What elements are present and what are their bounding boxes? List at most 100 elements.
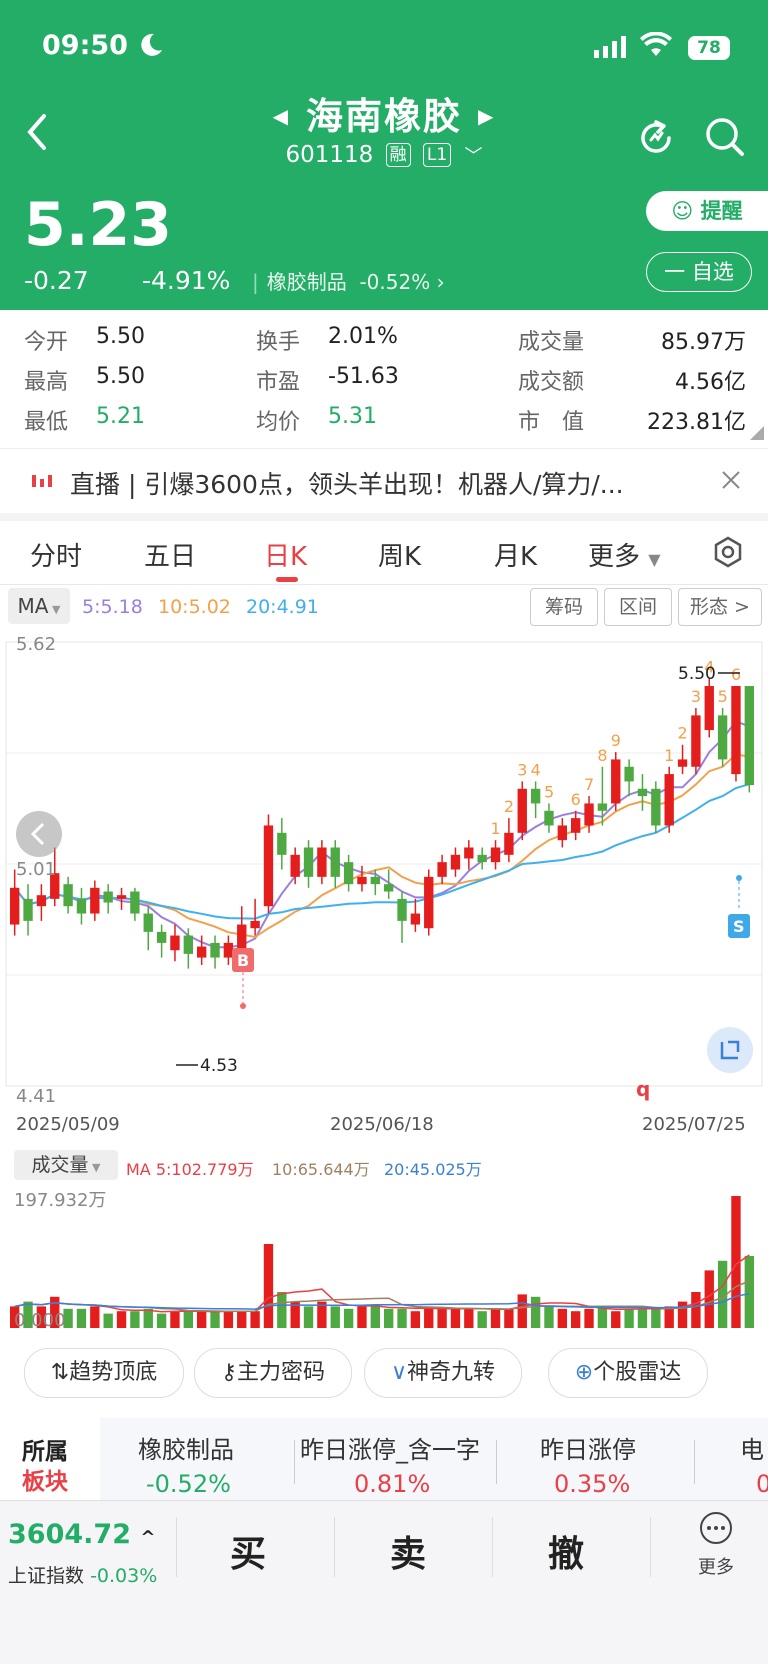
- candle-body: [343, 862, 354, 885]
- volume-label: 成交量: [518, 330, 585, 355]
- chip-button[interactable]: 筹码: [530, 588, 598, 626]
- stock-code: 601118: [285, 142, 374, 168]
- main-force-button[interactable]: ⚷主力密码: [194, 1348, 352, 1398]
- candle-body: [223, 942, 234, 958]
- trend-top-bottom-button[interactable]: ⇅趋势顶底: [24, 1348, 184, 1398]
- tab-intraday[interactable]: 分时: [30, 536, 82, 573]
- refresh-icon[interactable]: [636, 118, 676, 158]
- volume-bar: [517, 1294, 527, 1328]
- sell-button[interactable]: 卖: [390, 1525, 426, 1577]
- ma-selector[interactable]: MA ▼: [8, 588, 70, 624]
- sector-item-name[interactable]: 昨日涨停: [540, 1430, 636, 1465]
- volume-bar: [237, 1311, 247, 1328]
- candle-body: [116, 895, 127, 899]
- caret-down-icon: ▼: [648, 550, 661, 569]
- expand-corner-icon[interactable]: [750, 426, 764, 440]
- nine-turn-count: 5: [718, 687, 728, 706]
- candle-body: [357, 876, 367, 885]
- index-pct: -0.03%: [90, 1565, 158, 1587]
- nine-turn-count: 1: [491, 819, 501, 838]
- low-price-marker: 4.53: [176, 1056, 238, 1076]
- volume-bar: [170, 1311, 180, 1328]
- next-stock-icon[interactable]: ▶: [478, 104, 495, 128]
- watchlist-button[interactable]: 一 自选: [646, 252, 752, 292]
- candle-body: [490, 847, 501, 863]
- volume-selector[interactable]: 成交量 ▼: [14, 1150, 118, 1180]
- tab-five-day[interactable]: 五日: [144, 536, 196, 573]
- main-force-label: 主力密码: [237, 1360, 326, 1385]
- candle-body: [637, 788, 648, 797]
- volume-bar: [103, 1313, 113, 1328]
- sector-link[interactable]: | 橡胶制品 -0.52% ›: [252, 266, 445, 295]
- range-button[interactable]: 区间: [604, 588, 672, 626]
- index-name: 上证指数: [8, 1565, 85, 1587]
- live-bars-icon: [32, 475, 52, 487]
- fullscreen-button[interactable]: [707, 1027, 753, 1073]
- index-value[interactable]: 3604.72 ^: [8, 1519, 155, 1550]
- chart-back-button[interactable]: [16, 811, 62, 857]
- candle-body: [664, 774, 674, 826]
- vol-ma5-line: [14, 1254, 750, 1313]
- volume-bar: [143, 1308, 153, 1328]
- nine-turn-count: 6: [571, 790, 581, 809]
- ma10-value: 10:5.02: [158, 596, 231, 618]
- volume-zero-label: 0.000: [14, 1310, 66, 1331]
- high-label: 最高: [24, 370, 69, 395]
- swap-arrows-icon: ⇅: [50, 1360, 70, 1385]
- search-icon[interactable]: [704, 116, 746, 158]
- date-start: 2025/05/09: [16, 1114, 120, 1135]
- sector-item-name[interactable]: 橡胶制品: [138, 1430, 234, 1465]
- stock-radar-button[interactable]: ⊕个股雷达: [548, 1348, 708, 1398]
- volume-bar: [611, 1311, 621, 1328]
- candle-body: [10, 887, 20, 925]
- more-button[interactable]: 更多: [686, 1511, 746, 1579]
- volume-bar: [704, 1270, 714, 1328]
- candle-body: [717, 715, 728, 760]
- volume-bar: [651, 1308, 661, 1328]
- volume-bar: [490, 1308, 501, 1328]
- sector-heading-1: 所属: [22, 1439, 68, 1465]
- buy-signal-text: B: [237, 951, 249, 970]
- volume-bar: [637, 1308, 648, 1328]
- sector-item-name[interactable]: 昨日涨停_含一字: [300, 1430, 480, 1465]
- nine-turn-button[interactable]: ∨神奇九转: [364, 1348, 522, 1398]
- candle-body: [677, 759, 688, 767]
- candle-body: [624, 766, 634, 782]
- ma5-value: 5:5.18: [82, 596, 143, 618]
- pattern-button[interactable]: 形态 >: [678, 588, 762, 626]
- close-icon[interactable]: [722, 471, 740, 489]
- tab-monthly-k[interactable]: 月K: [494, 536, 537, 573]
- sector-pct: -0.52%: [359, 270, 431, 294]
- tab-more[interactable]: 更多 ▼: [588, 536, 661, 573]
- live-news-ticker[interactable]: 直播 | 引爆3600点，领头羊出现！机器人/算力/...: [0, 448, 768, 521]
- nine-turn-count: 7: [584, 775, 594, 794]
- sector-item-pct: 0.81%: [354, 1470, 431, 1498]
- volume-chart[interactable]: 197.932万 0.000: [0, 1182, 768, 1336]
- nine-turn-count: 6: [731, 665, 741, 684]
- tab-weekly-k[interactable]: 周K: [378, 536, 421, 573]
- buy-signal-marker: B: [232, 948, 254, 1009]
- settings-icon[interactable]: [712, 536, 744, 568]
- remind-button[interactable]: ☺ 提醒: [646, 191, 768, 231]
- date-mid: 2025/06/18: [330, 1114, 434, 1135]
- ma-label: MA: [17, 594, 49, 618]
- cancel-button[interactable]: 撤: [548, 1525, 584, 1577]
- candle-body: [317, 847, 327, 877]
- candle-body: [103, 891, 113, 903]
- sector-item-name[interactable]: 电: [740, 1430, 764, 1465]
- volume-bar: [76, 1308, 87, 1328]
- caret-up-icon: ^: [140, 1527, 156, 1548]
- candle-body: [143, 913, 153, 932]
- volume-bar: [197, 1311, 207, 1328]
- battery-icon: 78: [688, 36, 730, 60]
- candlestick-chart[interactable]: 123 45 6789123456 5.62 5.01 4.41 5.50 4.53…: [0, 628, 768, 1112]
- nine-turn-count: 2: [504, 797, 514, 816]
- trade-bar: 3604.72 ^ 上证指数 -0.03% 买 卖 撤 更多: [0, 1500, 768, 1664]
- volume-bar: [424, 1306, 434, 1328]
- tab-daily-k[interactable]: 日K: [264, 536, 307, 573]
- candle-body: [397, 898, 407, 921]
- chevron-down-icon[interactable]: ﹀: [465, 146, 483, 167]
- buy-button[interactable]: 买: [230, 1525, 266, 1577]
- volume-bar: [130, 1311, 140, 1328]
- prev-stock-icon[interactable]: ◀: [273, 104, 290, 128]
